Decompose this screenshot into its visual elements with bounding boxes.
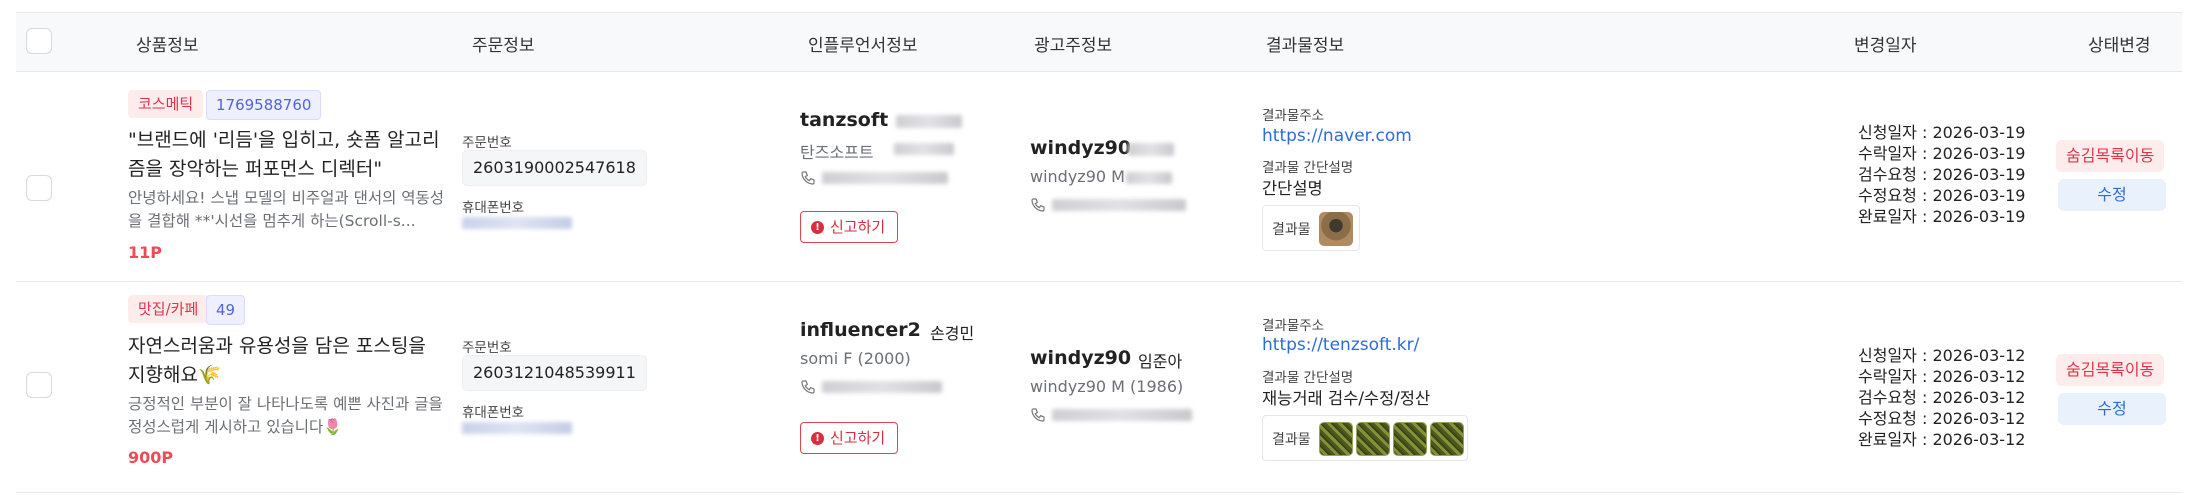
result-url-link[interactable]: https://tenzsoft.kr/ bbox=[1262, 335, 1419, 355]
product-description: 긍정적인 부분이 잘 나타나도록 예쁜 사진과 글을 정성스럽게 게시하고 있습… bbox=[128, 395, 443, 436]
row-checkbox[interactable] bbox=[26, 175, 52, 201]
advertiser-sub: windyz90 M (1986) bbox=[1030, 377, 1184, 396]
select-all-checkbox[interactable] bbox=[26, 28, 52, 54]
order-number-label: 주문번호 bbox=[462, 340, 512, 356]
result-description: 재능거래 검수/수정/정산 bbox=[1262, 389, 1431, 408]
advertiser-real-name: 임준아 bbox=[1138, 352, 1183, 371]
influencer-sub-redacted bbox=[894, 143, 954, 155]
phone-icon bbox=[1031, 408, 1045, 422]
influencer-nickname: somi F (2000) bbox=[800, 349, 911, 368]
product-id-badge: 49 bbox=[206, 295, 246, 325]
table-row: 코스메틱 1769588760 "브랜드에 '리듬'을 입히고, 숏폼 알고리즘… bbox=[16, 71, 2182, 282]
header-result: 결과물정보 bbox=[1266, 36, 1345, 56]
order-number-label: 주문번호 bbox=[462, 135, 512, 151]
header-product: 상품정보 bbox=[136, 36, 199, 56]
phone-label: 휴대폰번호 bbox=[462, 200, 525, 216]
table-header: 상품정보 주문정보 인플루언서정보 광고주정보 결과물정보 변경일자 상태변경 bbox=[16, 12, 2182, 72]
product-point: 11P bbox=[128, 243, 162, 262]
move-to-hidden-button[interactable]: 숨김목록이동 bbox=[2056, 140, 2165, 172]
phone-redacted bbox=[462, 422, 572, 434]
result-thumbnails: 결과물 bbox=[1262, 415, 1468, 461]
product-description: 안녕하세요! 스냅 모델의 비주얼과 댄서의 역동성을 결합해 **'시선을 멈… bbox=[128, 189, 445, 230]
influencer-phone-redacted bbox=[822, 381, 942, 393]
result-thumbnail[interactable] bbox=[1319, 422, 1353, 456]
influencer-phone-redacted bbox=[822, 172, 948, 184]
result-desc-label: 결과물 간단설명 bbox=[1262, 160, 1354, 176]
result-item-label: 결과물 bbox=[1272, 432, 1311, 448]
influencer-name-redacted bbox=[896, 115, 962, 128]
influencer-id: influencer2 bbox=[800, 319, 921, 341]
product-point: 900P bbox=[128, 448, 174, 467]
advertiser-name-redacted bbox=[1128, 143, 1174, 156]
result-item-label: 결과물 bbox=[1272, 222, 1311, 238]
result-thumbnails: 결과물 bbox=[1262, 205, 1360, 251]
order-number: 2603190002547618 bbox=[462, 150, 647, 186]
product-title[interactable]: 자연스러움과 유용성을 담은 포스팅을 지향해요🌾 bbox=[128, 332, 448, 390]
result-description: 간단설명 bbox=[1262, 179, 1323, 198]
phone-label: 휴대폰번호 bbox=[462, 405, 525, 421]
influencer-real-name: 손경민 bbox=[930, 324, 975, 343]
advertiser-sub-redacted bbox=[1126, 172, 1172, 184]
report-button[interactable]: ! 신고하기 bbox=[800, 422, 899, 454]
result-url-label: 결과물주소 bbox=[1262, 108, 1325, 124]
row-checkbox[interactable] bbox=[26, 372, 52, 398]
influencer-id: tanzsoft bbox=[800, 109, 889, 131]
advertiser-id: windyz90 bbox=[1030, 347, 1132, 369]
date-completed: 완료일자 : 2026-03-19 bbox=[1858, 207, 2026, 226]
advertiser-phone-redacted bbox=[1052, 199, 1186, 211]
result-thumbnail[interactable] bbox=[1356, 422, 1390, 456]
result-thumbnail[interactable] bbox=[1430, 422, 1464, 456]
product-title[interactable]: "브랜드에 '리듬'을 입히고, 숏폼 알고리즘을 장악하는 퍼포먼스 디렉터" bbox=[128, 126, 448, 184]
order-number: 2603121048539911 bbox=[462, 355, 647, 391]
phone-redacted bbox=[462, 217, 572, 229]
warning-icon: ! bbox=[811, 220, 824, 234]
product-id-badge: 1769588760 bbox=[206, 90, 322, 120]
header-advertiser: 광고주정보 bbox=[1034, 36, 1113, 56]
influencer-nickname: 탄즈소프트 bbox=[800, 143, 874, 162]
report-button-label: 신고하기 bbox=[830, 218, 886, 236]
date-completed: 완료일자 : 2026-03-12 bbox=[1858, 430, 2026, 449]
edit-button[interactable]: 수정 bbox=[2058, 393, 2166, 425]
result-url-label: 결과물주소 bbox=[1262, 318, 1325, 334]
header-status: 상태변경 bbox=[2088, 36, 2151, 56]
result-desc-label: 결과물 간단설명 bbox=[1262, 370, 1354, 386]
report-button-label: 신고하기 bbox=[830, 429, 886, 447]
advertiser-id: windyz90 bbox=[1030, 137, 1132, 159]
advertiser-sub: windyz90 M bbox=[1030, 167, 1125, 186]
report-button[interactable]: ! 신고하기 bbox=[800, 211, 899, 243]
phone-icon bbox=[801, 380, 815, 394]
advertiser-phone-redacted bbox=[1052, 409, 1192, 421]
result-url-link[interactable]: https://naver.com bbox=[1262, 126, 1412, 146]
header-influencer: 인플루언서정보 bbox=[808, 36, 918, 56]
header-order: 주문정보 bbox=[472, 36, 535, 56]
phone-icon bbox=[1031, 198, 1045, 212]
header-changed-date: 변경일자 bbox=[1854, 36, 1917, 56]
table-row: 맛집/카페 49 자연스러움과 유용성을 담은 포스팅을 지향해요🌾 긍정적인 … bbox=[16, 282, 2182, 493]
warning-icon: ! bbox=[811, 431, 824, 445]
edit-button[interactable]: 수정 bbox=[2058, 179, 2166, 211]
phone-icon bbox=[801, 171, 815, 185]
category-badge: 코스메틱 bbox=[128, 90, 204, 118]
category-badge: 맛집/카페 bbox=[128, 295, 209, 323]
result-thumbnail[interactable] bbox=[1319, 212, 1353, 246]
result-thumbnail[interactable] bbox=[1393, 422, 1427, 456]
move-to-hidden-button[interactable]: 숨김목록이동 bbox=[2056, 354, 2165, 386]
